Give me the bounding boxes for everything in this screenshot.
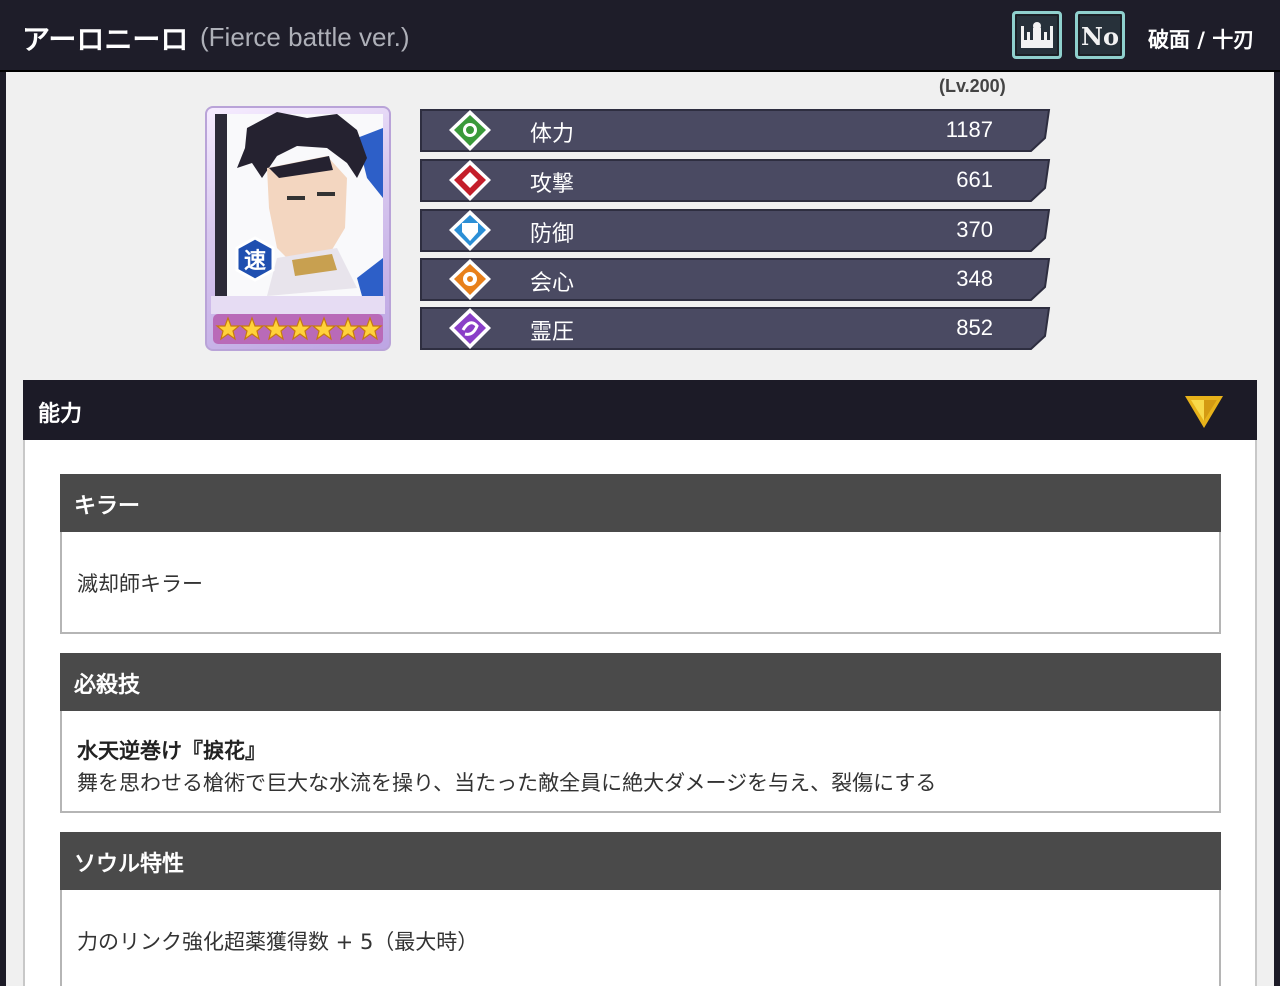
stat-label: 攻撃 — [530, 172, 575, 197]
level-label: (Lv.200) — [939, 76, 1006, 96]
soul-section-body: 力のリンク強化超薬獲得数 + 5（最大時） — [60, 890, 1221, 986]
number-button[interactable]: No — [1075, 11, 1125, 59]
stat-label: 防御 — [530, 222, 575, 247]
stat-label: 体力 — [530, 122, 575, 147]
special-move-description: 舞を思わせる槍術で巨大な水流を操り、当たった敵全員に絶大ダメージを与え、裂傷にす… — [77, 771, 937, 795]
stat-row-attack: 攻撃 661 — [415, 158, 1053, 203]
reiatsu-icon — [449, 308, 491, 349]
stat-value: 348 — [956, 266, 993, 291]
killer-section-header: キラー — [60, 474, 1221, 532]
defense-icon — [449, 210, 491, 251]
character-name: アーロニーロ — [22, 23, 189, 56]
killer-heading: キラー — [74, 494, 141, 519]
special-move-name: 水天逆巻け『捩花』 — [77, 739, 266, 763]
speed-type-badge: 速 — [244, 248, 266, 274]
number-icon: No — [1081, 22, 1119, 51]
stat-value: 1187 — [945, 117, 993, 142]
killer-section-body: 滅却師キラー — [60, 532, 1221, 634]
stat-label: 霊圧 — [530, 320, 575, 345]
stat-value: 852 — [956, 315, 993, 340]
castle-icon — [1021, 22, 1053, 48]
soul-text: 力のリンク強化超薬獲得数 + 5（最大時） — [77, 930, 479, 954]
special-heading: 必殺技 — [74, 673, 141, 698]
stat-value: 370 — [956, 217, 993, 242]
abilities-title: 能力 — [38, 402, 83, 427]
character-card[interactable]: 速 — [205, 106, 391, 351]
stat-row-defense: 防御 370 — [415, 208, 1053, 253]
svg-text:No: No — [1081, 22, 1119, 51]
killer-text: 滅却師キラー — [77, 572, 203, 596]
stat-row-critical: 会心 348 — [415, 257, 1053, 302]
collapse-triangle-icon[interactable] — [1183, 394, 1225, 430]
character-portrait: 速 — [211, 112, 385, 344]
faction-label: 破面 / 十刃 — [1148, 28, 1255, 52]
stat-value: 661 — [956, 167, 993, 192]
special-section-header: 必殺技 — [60, 653, 1221, 711]
page: アーロニーロ (Fierce battle ver.) No 破面 / 十刃 (… — [0, 0, 1280, 986]
critical-icon — [449, 259, 491, 300]
abilities-header[interactable]: 能力 — [23, 380, 1257, 440]
stat-label: 会心 — [530, 271, 575, 296]
stat-row-reiatsu: 霊圧 852 — [415, 306, 1053, 351]
castle-button[interactable] — [1012, 11, 1062, 59]
stat-row-hp: 体力 1187 — [415, 108, 1053, 153]
attack-icon — [449, 160, 491, 201]
soul-heading: ソウル特性 — [74, 852, 185, 877]
title-bar: アーロニーロ (Fierce battle ver.) No 破面 / 十刃 — [0, 0, 1280, 72]
character-variant: (Fierce battle ver.) — [200, 22, 410, 52]
hp-icon — [449, 110, 491, 151]
soul-section-header: ソウル特性 — [60, 832, 1221, 890]
special-section-body: 水天逆巻け『捩花』 舞を思わせる槍術で巨大な水流を操り、当たった敵全員に絶大ダメ… — [60, 711, 1221, 813]
